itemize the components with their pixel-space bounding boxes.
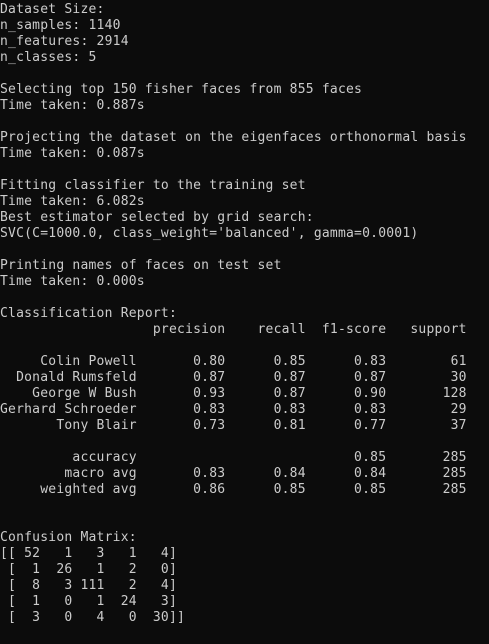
console-line: n_samples: 1140 — [0, 18, 121, 33]
console-line: [[ 52 1 3 1 4] — [0, 546, 178, 561]
console-line: n_classes: 5 — [0, 50, 97, 65]
console-line: Time taken: 0.887s — [0, 98, 145, 113]
console-line: Tony Blair 0.73 0.81 0.77 37 — [0, 418, 467, 433]
console-line: SVC(C=1000.0, class_weight='balanced', g… — [0, 226, 419, 241]
console-line: [ 8 3 111 2 4] — [0, 578, 178, 593]
console-line: [ 1 0 1 24 3] — [0, 594, 178, 609]
console-line: n_features: 2914 — [0, 34, 129, 49]
console-line: Time taken: 6.082s — [0, 194, 145, 209]
console-line: Best estimator selected by grid search: — [0, 210, 314, 225]
console-line: Colin Powell 0.80 0.85 0.83 61 — [0, 354, 467, 369]
console-line: Classification Report: — [0, 306, 178, 321]
console-line: weighted avg 0.86 0.85 0.85 285 — [0, 482, 467, 497]
console-line: precision recall f1-score support — [0, 322, 467, 337]
console-line: Fitting classifier to the training set — [0, 178, 306, 193]
console-line: Time taken: 0.000s — [0, 274, 145, 289]
console-line: Donald Rumsfeld 0.87 0.87 0.87 30 — [0, 370, 467, 385]
console-line: Dataset Size: — [0, 2, 105, 17]
console-window[interactable]: Dataset Size: n_samples: 1140 n_features: … — [0, 0, 489, 644]
console-line: Gerhard Schroeder 0.83 0.83 0.83 29 — [0, 402, 467, 417]
console-line: [ 1 26 1 2 0] — [0, 562, 178, 577]
console-line: Printing names of faces on test set — [0, 258, 282, 273]
console-line: [ 3 0 4 0 30]] — [0, 610, 186, 625]
console-line: Confusion Matrix: — [0, 530, 137, 545]
console-line: Projecting the dataset on the eigenfaces… — [0, 130, 467, 145]
console-line: accuracy 0.85 285 — [0, 450, 467, 465]
console-line: Selecting top 150 fisher faces from 855 … — [0, 82, 363, 97]
console-line: Time taken: 0.087s — [0, 146, 145, 161]
console-line: macro avg 0.83 0.84 0.84 285 — [0, 466, 467, 481]
console-line: George W Bush 0.93 0.87 0.90 128 — [0, 386, 467, 401]
